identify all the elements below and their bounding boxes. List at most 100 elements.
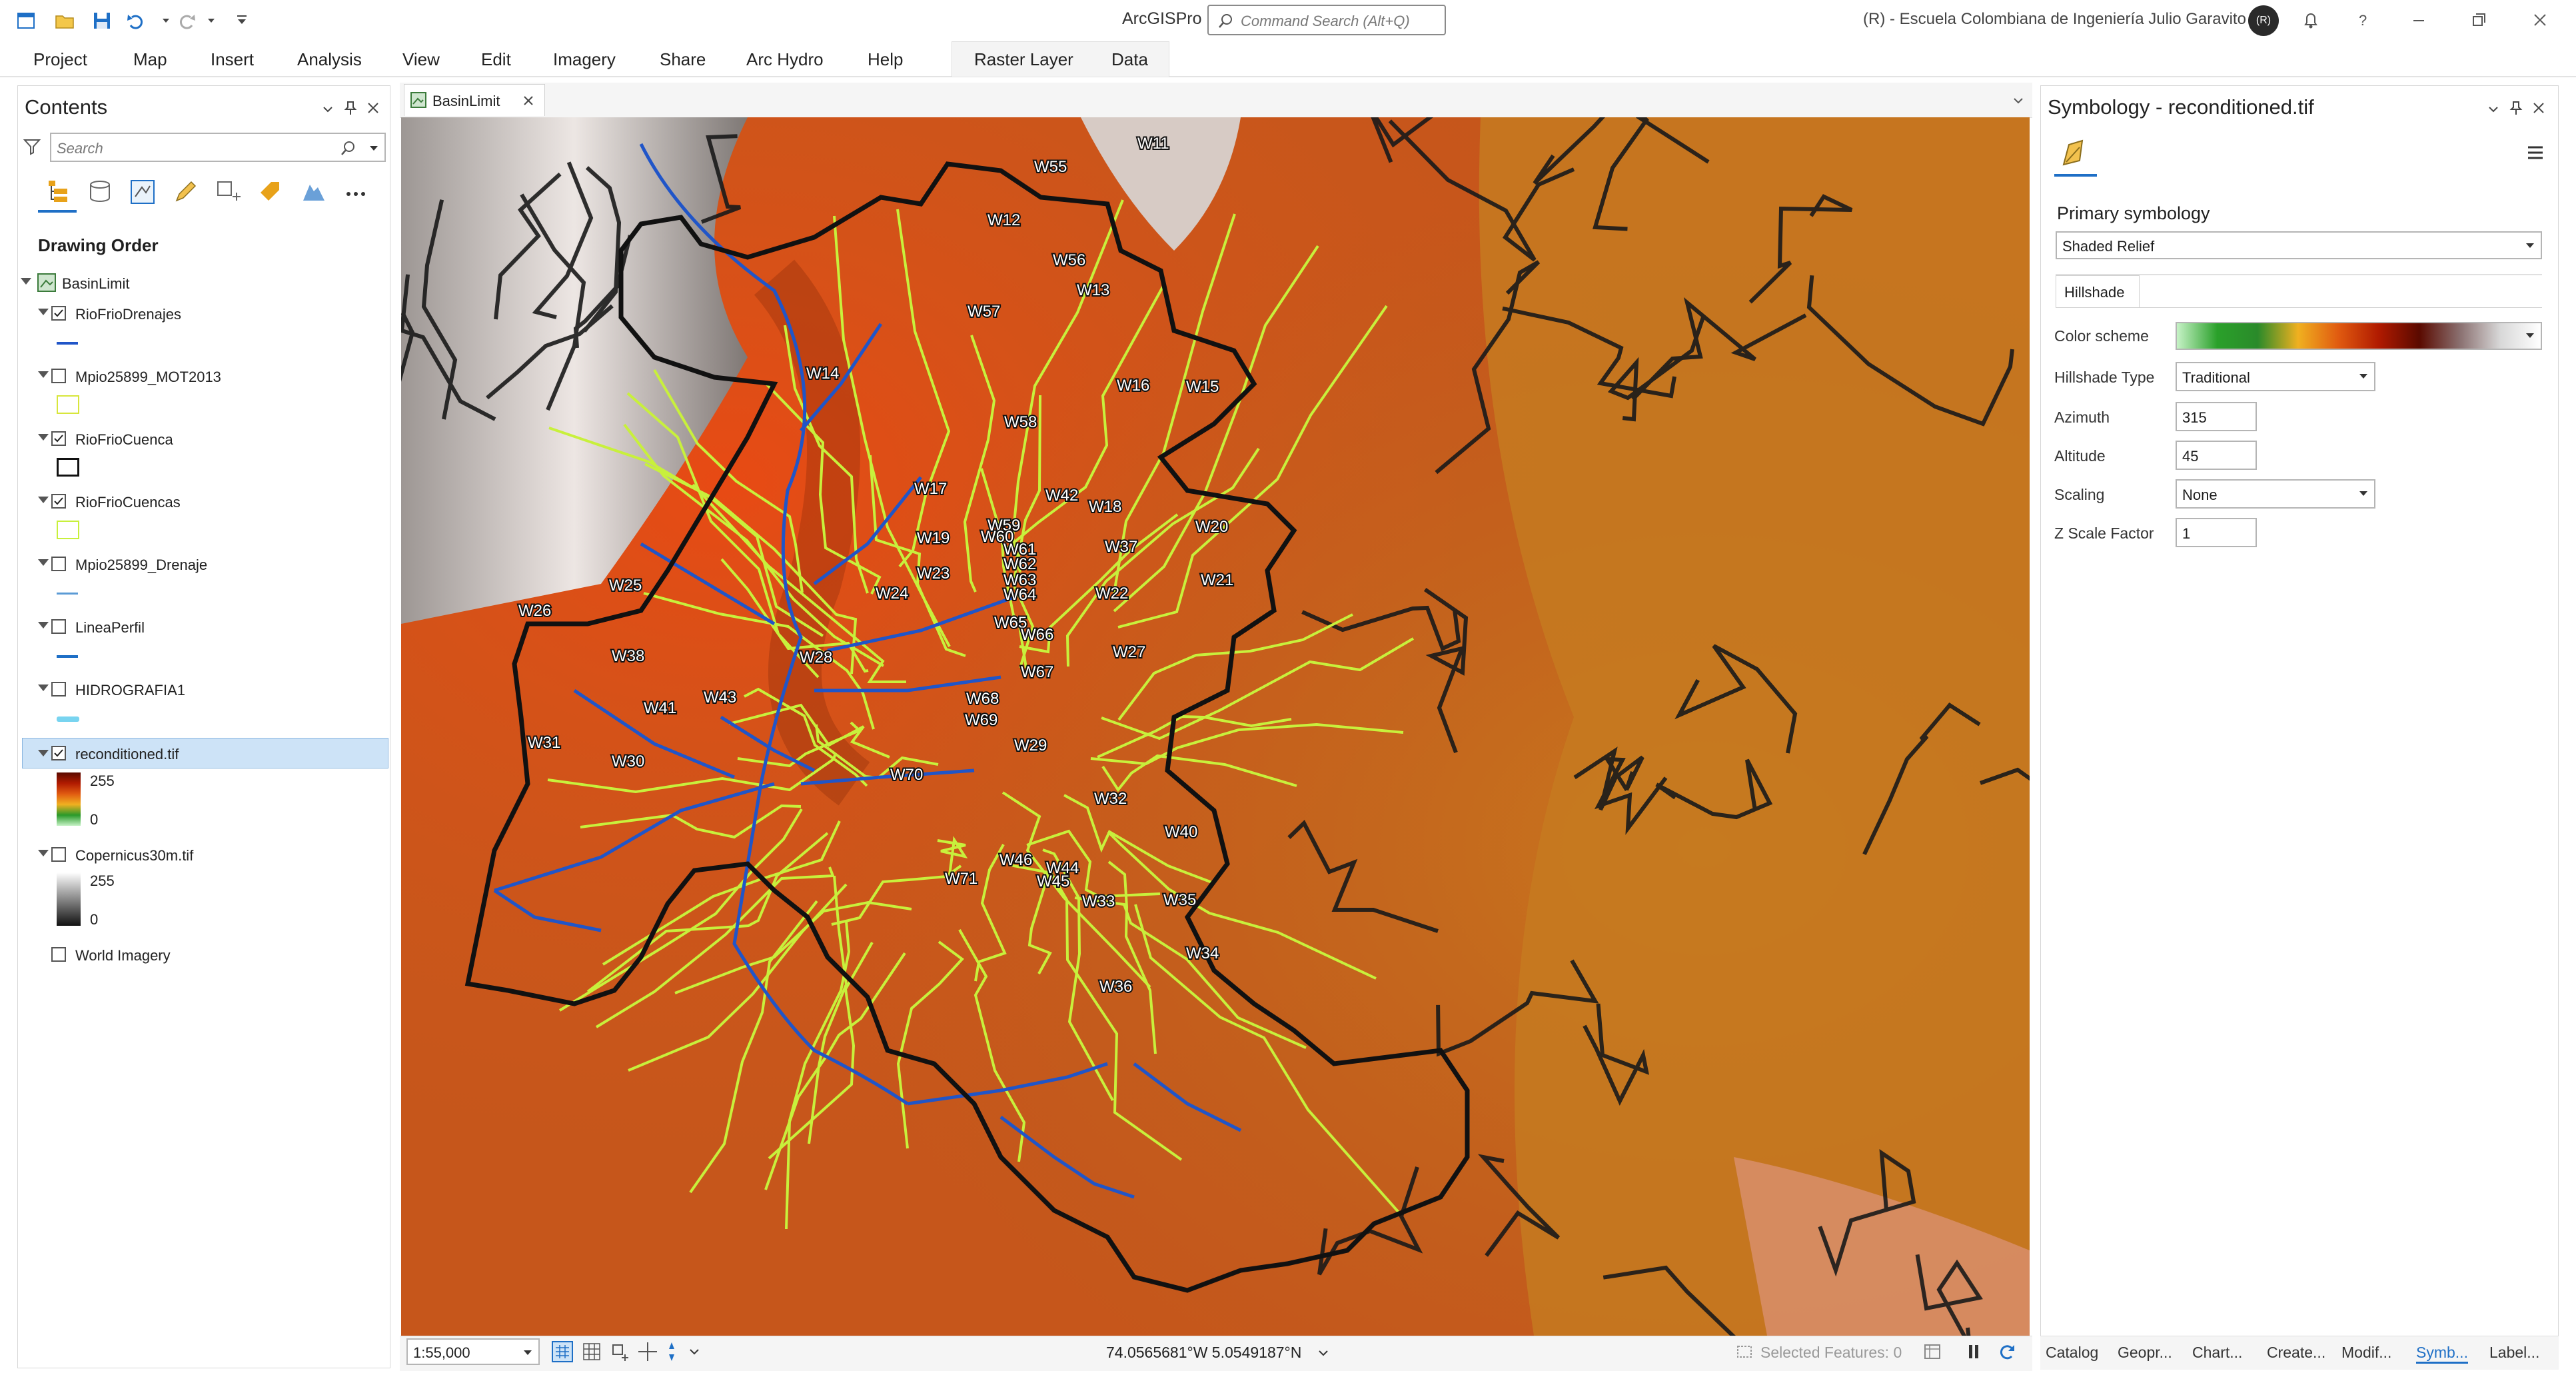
pin-icon[interactable] [342, 99, 359, 117]
tab-basinlimit[interactable]: BasinLimit [404, 84, 545, 116]
layer-hidrografia1[interactable]: HIDROGRAFIA1 [75, 682, 185, 699]
tab-create[interactable]: Create... [2267, 1344, 2325, 1362]
crosshair-icon[interactable] [636, 1340, 660, 1364]
layer-riofriocuencas[interactable]: RioFrioCuencas [75, 494, 181, 511]
table-icon[interactable] [1922, 1341, 1943, 1362]
chevron-down-icon[interactable] [1315, 1345, 1331, 1361]
scaling-select[interactable]: None [2176, 479, 2375, 509]
layer-checkbox[interactable] [51, 306, 66, 321]
list-by-snapping-icon[interactable] [213, 177, 243, 207]
filter-icon[interactable] [22, 137, 42, 157]
scale-selector[interactable]: 1:55,000 [406, 1338, 540, 1365]
layer-checkbox[interactable] [51, 431, 66, 446]
refresh-icon[interactable] [1996, 1341, 2018, 1362]
expand-layer-icon[interactable] [38, 497, 49, 503]
contents-search-input[interactable]: Search [50, 133, 386, 162]
list-by-source-icon[interactable] [85, 177, 115, 207]
fixed-scale-icon[interactable] [550, 1340, 574, 1364]
color-scheme-select[interactable] [2176, 322, 2542, 350]
avatar[interactable]: (R) [2248, 5, 2279, 36]
undo-dropdown-icon[interactable] [155, 9, 177, 32]
layer-riofriodrenajes[interactable]: RioFrioDrenajes [75, 306, 181, 323]
expand-layer-icon[interactable] [38, 622, 49, 629]
layer-world-imagery[interactable]: World Imagery [75, 947, 171, 964]
expand-layer-icon[interactable] [38, 685, 49, 691]
layer-mpio25899-mot2013[interactable]: Mpio25899_MOT2013 [75, 369, 221, 386]
layer-checkbox[interactable] [51, 847, 66, 862]
layer-riofriocuenca[interactable]: RioFrioCuenca [75, 431, 173, 449]
map-canvas[interactable]: W11 W55 W12 W56 W13 W57 W14 W16 W15 W58 W17 W42 W18 W… [401, 117, 2030, 1336]
tab-chart[interactable]: Chart... [2192, 1344, 2242, 1362]
customize-toolbar-icon[interactable] [231, 9, 253, 32]
tab-map[interactable]: Map [133, 49, 167, 70]
tab-view[interactable]: View [402, 49, 440, 70]
tab-data[interactable]: Data [1111, 49, 1148, 70]
tab-insert[interactable]: Insert [211, 49, 254, 70]
tab-symbology[interactable]: Symb... [2416, 1344, 2468, 1364]
notifications-icon[interactable] [2297, 7, 2324, 33]
list-by-labeling-icon[interactable] [255, 177, 286, 207]
tab-hillshade[interactable]: Hillshade [2056, 275, 2140, 307]
command-search-input[interactable]: Command Search (Alt+Q) [1207, 5, 1446, 35]
pane-menu-icon[interactable] [2485, 101, 2502, 118]
list-by-drawing-order-icon[interactable] [42, 177, 73, 207]
restore-icon[interactable] [2465, 7, 2492, 33]
tab-catalog[interactable]: Catalog [2046, 1344, 2098, 1362]
open-folder-icon[interactable] [53, 9, 76, 32]
tab-labeling[interactable]: Label... [2489, 1344, 2539, 1362]
hillshade-type-select[interactable]: Traditional [2176, 362, 2375, 391]
expand-layer-icon[interactable] [38, 559, 49, 566]
chevron-down-icon[interactable] [370, 146, 378, 151]
expand-layer-icon[interactable] [38, 750, 49, 756]
close-pane-icon[interactable] [2530, 99, 2547, 117]
snapping-icon[interactable] [608, 1340, 632, 1364]
layer-checkbox[interactable] [51, 746, 66, 760]
tab-help[interactable]: Help [868, 49, 903, 70]
tab-analysis[interactable]: Analysis [297, 49, 362, 70]
close-window-icon[interactable] [2527, 7, 2553, 33]
altitude-input[interactable]: 45 [2176, 441, 2257, 470]
menu-icon[interactable] [2525, 142, 2546, 163]
more-options-icon[interactable] [340, 177, 371, 207]
layer-reconditioned-tif[interactable]: reconditioned.tif [75, 746, 179, 763]
coordinate-readout[interactable]: 74.0565681°W 5.0549187°N [1106, 1344, 1301, 1362]
redo-icon[interactable] [175, 9, 197, 32]
pin-icon[interactable] [2507, 99, 2525, 117]
map-drawing[interactable]: W11 W55 W12 W56 W13 W57 W14 W16 W15 W58 W17 W42 W18 W… [401, 117, 2030, 1336]
list-by-editing-icon[interactable] [170, 177, 201, 207]
tab-arc-hydro[interactable]: Arc Hydro [746, 49, 824, 70]
tab-overflow-icon[interactable] [2011, 93, 2026, 108]
list-by-selection-icon[interactable] [127, 177, 158, 207]
new-project-icon[interactable] [15, 9, 37, 32]
expand-layer-icon[interactable] [38, 850, 49, 856]
tab-share[interactable]: Share [660, 49, 706, 70]
primary-symbology-select[interactable]: Shaded Relief [2056, 231, 2542, 259]
layer-checkbox[interactable] [51, 369, 66, 383]
save-icon[interactable] [91, 9, 113, 32]
list-by-perspective-icon[interactable] [298, 177, 328, 207]
tab-imagery[interactable]: Imagery [553, 49, 616, 70]
expand-layer-icon[interactable] [38, 309, 49, 315]
redo-dropdown-icon[interactable] [200, 9, 223, 32]
chevron-down-icon[interactable] [686, 1344, 702, 1360]
close-tab-icon[interactable] [522, 94, 535, 107]
minimize-icon[interactable] [2405, 7, 2432, 33]
pause-icon[interactable] [1963, 1341, 1984, 1362]
layer-lineaperfil[interactable]: LineaPerfil [75, 619, 145, 637]
primary-symbology-icon[interactable] [2057, 135, 2093, 171]
close-pane-icon[interactable] [364, 99, 382, 117]
map-name[interactable]: BasinLimit [62, 275, 129, 293]
z-scale-factor-input[interactable]: 1 [2176, 518, 2257, 547]
layer-checkbox[interactable] [51, 947, 66, 962]
tab-project[interactable]: Project [33, 49, 87, 70]
undo-icon[interactable] [125, 9, 148, 32]
layer-mpio25899-drenaje[interactable]: Mpio25899_Drenaje [75, 557, 207, 574]
tab-geoprocessing[interactable]: Geopr... [2118, 1344, 2172, 1362]
tab-modify[interactable]: Modif... [2341, 1344, 2391, 1362]
layer-checkbox[interactable] [51, 682, 66, 696]
layer-checkbox[interactable] [51, 557, 66, 571]
expand-layer-icon[interactable] [38, 434, 49, 441]
layer-copernicus30m-tif[interactable]: Copernicus30m.tif [75, 847, 193, 864]
grid-icon[interactable] [580, 1340, 604, 1364]
pane-menu-icon[interactable] [319, 101, 336, 118]
